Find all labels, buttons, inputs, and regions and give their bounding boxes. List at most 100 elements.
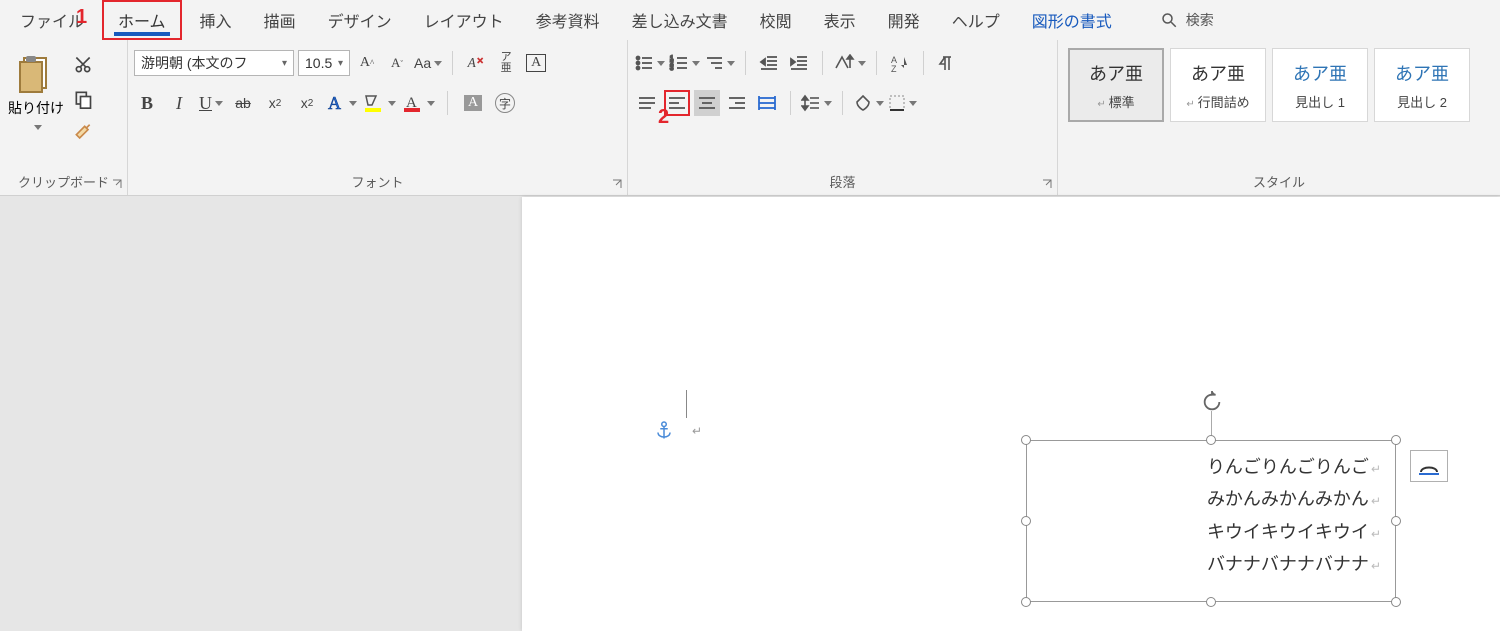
- anchor-icon: [655, 420, 673, 445]
- character-shading-button[interactable]: A: [460, 90, 486, 116]
- character-border-button[interactable]: A: [523, 50, 549, 76]
- multilevel-list-button[interactable]: [704, 50, 735, 76]
- svg-text:Z: Z: [891, 64, 897, 72]
- tab-shape-format[interactable]: 図形の書式: [1018, 2, 1126, 38]
- underline-button[interactable]: U: [198, 90, 224, 116]
- tab-help[interactable]: ヘルプ: [938, 2, 1014, 38]
- cursor-line: [686, 390, 687, 418]
- tab-mailings[interactable]: 差し込み文書: [618, 2, 742, 38]
- line-spacing-button[interactable]: [801, 90, 832, 116]
- shading-button[interactable]: [853, 90, 884, 116]
- text-line: バナナバナナバナナ: [1041, 548, 1381, 580]
- svg-text:A: A: [328, 93, 341, 113]
- strikethrough-button[interactable]: ab: [230, 90, 256, 116]
- tab-developer[interactable]: 開発: [874, 2, 934, 38]
- svg-text:3: 3: [670, 66, 674, 72]
- clipboard-dialog-launcher[interactable]: [111, 177, 123, 189]
- change-case-button[interactable]: Aa: [414, 50, 442, 76]
- text-box-shape[interactable]: りんごりんごりんご みかんみかんみかん キウイキウイキウイ バナナバナナバナナ: [1026, 440, 1396, 602]
- text-effects-button[interactable]: A: [326, 90, 357, 116]
- align-justify-low-button[interactable]: [634, 90, 660, 116]
- resize-handle[interactable]: [1206, 435, 1216, 445]
- style-sample: あア亜: [1395, 60, 1449, 86]
- tab-draw[interactable]: 描画: [250, 2, 310, 38]
- resize-handle[interactable]: [1391, 597, 1401, 607]
- tab-review[interactable]: 校閲: [746, 2, 806, 38]
- search-label: 検索: [1186, 10, 1214, 30]
- paste-button[interactable]: 貼り付け: [6, 50, 66, 134]
- font-name-value: 游明朝 (本文のフ: [141, 53, 248, 73]
- borders-button[interactable]: [888, 90, 917, 116]
- paste-label: 貼り付け: [6, 98, 66, 134]
- tab-insert[interactable]: 挿入: [186, 2, 246, 38]
- align-distribute-button[interactable]: [754, 90, 780, 116]
- font-dialog-launcher[interactable]: [611, 177, 623, 189]
- tab-home[interactable]: ホーム: [102, 0, 182, 40]
- numbering-button[interactable]: 123: [669, 50, 700, 76]
- align-right-button[interactable]: [724, 90, 750, 116]
- search-box[interactable]: 検索: [1160, 10, 1214, 30]
- italic-button[interactable]: I: [166, 90, 192, 116]
- style-heading1[interactable]: あア亜 見出し 1: [1272, 48, 1368, 122]
- resize-handle[interactable]: [1206, 597, 1216, 607]
- tab-design[interactable]: デザイン: [314, 2, 406, 38]
- resize-handle[interactable]: [1021, 597, 1031, 607]
- resize-handle[interactable]: [1021, 435, 1031, 445]
- style-label: ↵ 標準: [1097, 92, 1134, 111]
- grow-font-button[interactable]: A^: [354, 50, 380, 76]
- font-size-value: 10.5: [305, 55, 332, 71]
- ribbon-tabs: ファイル ホーム 挿入 描画 デザイン レイアウト 参考資料 差し込み文書 校閲…: [0, 0, 1500, 40]
- paragraph-dialog-launcher[interactable]: [1041, 177, 1053, 189]
- callout-2: 2: [658, 106, 669, 129]
- format-painter-button[interactable]: [70, 120, 96, 146]
- shrink-font-button[interactable]: Aˇ: [384, 50, 410, 76]
- style-normal[interactable]: あア亜 ↵ 標準: [1068, 48, 1164, 122]
- font-size-combo[interactable]: 10.5 ▾: [298, 50, 350, 76]
- text-line: みかんみかんみかん: [1041, 483, 1381, 515]
- tab-view[interactable]: 表示: [810, 2, 870, 38]
- clear-formatting-button[interactable]: A: [463, 50, 489, 76]
- font-color-button[interactable]: A: [402, 90, 435, 116]
- font-name-combo[interactable]: 游明朝 (本文のフ ▾: [134, 50, 294, 76]
- highlight-color-button[interactable]: [363, 90, 396, 116]
- bold-button[interactable]: B: [134, 90, 160, 116]
- enclose-characters-button[interactable]: 字: [492, 90, 518, 116]
- chevron-down-icon: ▾: [338, 58, 343, 69]
- callout-1: 1: [76, 6, 87, 29]
- phonetic-guide-button[interactable]: ア亜: [493, 50, 519, 76]
- text-direction-button[interactable]: [833, 50, 866, 76]
- resize-handle[interactable]: [1391, 516, 1401, 526]
- clipboard-group-label: クリップボード: [6, 167, 121, 195]
- increase-indent-button[interactable]: [786, 50, 812, 76]
- paragraph-mark-icon: ↵: [692, 424, 702, 438]
- style-sample: あア亜: [1089, 60, 1143, 86]
- subscript-button[interactable]: x2: [262, 90, 288, 116]
- decrease-indent-button[interactable]: [756, 50, 782, 76]
- font-group-label: フォント: [134, 167, 621, 195]
- style-label: ↵ 行間詰め: [1186, 92, 1249, 111]
- style-sample: あア亜: [1191, 60, 1245, 86]
- text-box-content[interactable]: りんごりんごりんご みかんみかんみかん キウイキウイキウイ バナナバナナバナナ: [1027, 441, 1395, 591]
- superscript-button[interactable]: x2: [294, 90, 320, 116]
- resize-handle[interactable]: [1391, 435, 1401, 445]
- sort-button[interactable]: AZ: [887, 50, 913, 76]
- tab-references[interactable]: 参考資料: [522, 2, 614, 38]
- search-icon: [1160, 11, 1178, 29]
- bullets-button[interactable]: [634, 50, 665, 76]
- resize-handle[interactable]: [1021, 516, 1031, 526]
- style-label: 見出し 1: [1295, 92, 1345, 111]
- copy-button[interactable]: [70, 86, 96, 112]
- rotate-handle-icon[interactable]: [1201, 391, 1223, 416]
- style-no-spacing[interactable]: あア亜 ↵ 行間詰め: [1170, 48, 1266, 122]
- align-center-button[interactable]: [694, 90, 720, 116]
- style-heading2[interactable]: あア亜 見出し 2: [1374, 48, 1470, 122]
- tab-layout[interactable]: レイアウト: [410, 2, 518, 38]
- cut-button[interactable]: [70, 52, 96, 78]
- styles-gallery[interactable]: あア亜 ↵ 標準 あア亜 ↵ 行間詰め あア亜 見出し 1 あア亜 見出し 2: [1064, 44, 1474, 126]
- layout-options-button[interactable]: [1410, 450, 1448, 482]
- paragraph-group-label: 段落: [634, 167, 1051, 195]
- styles-group-label: スタイル: [1064, 167, 1494, 195]
- style-label: 見出し 2: [1397, 92, 1447, 111]
- show-marks-button[interactable]: [934, 50, 960, 76]
- text-line: りんごりんごりんご: [1041, 451, 1381, 483]
